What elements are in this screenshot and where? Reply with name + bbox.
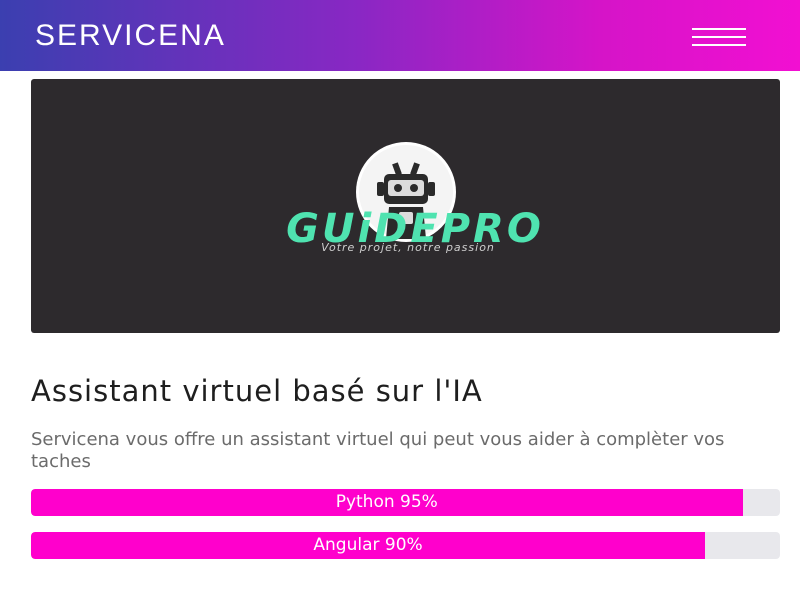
hamburger-menu-button[interactable] <box>692 27 746 47</box>
menu-line-icon <box>692 44 746 46</box>
brand-logo-link[interactable]: SERVICENA <box>35 16 226 56</box>
section-title: Assistant virtuel basé sur l'IA <box>31 374 483 408</box>
top-navbar: SERVICENA <box>0 0 800 71</box>
guidepro-logo: GUiDEPRO Votre projet, notre passion <box>286 142 541 254</box>
hero-banner-image: GUiDEPRO Votre projet, notre passion <box>31 79 780 333</box>
progress-label: Angular 90% <box>313 535 423 555</box>
menu-line-icon <box>692 36 746 38</box>
section-description: Servicena vous offre un assistant virtue… <box>31 429 725 472</box>
progress-label: Python 95% <box>335 492 438 512</box>
python-progress-bar: Python 95% <box>31 489 780 516</box>
logo-tagline: Votre projet, notre passion <box>321 241 495 254</box>
menu-line-icon <box>692 28 746 30</box>
angular-progress-bar: Angular 90% <box>31 532 780 559</box>
